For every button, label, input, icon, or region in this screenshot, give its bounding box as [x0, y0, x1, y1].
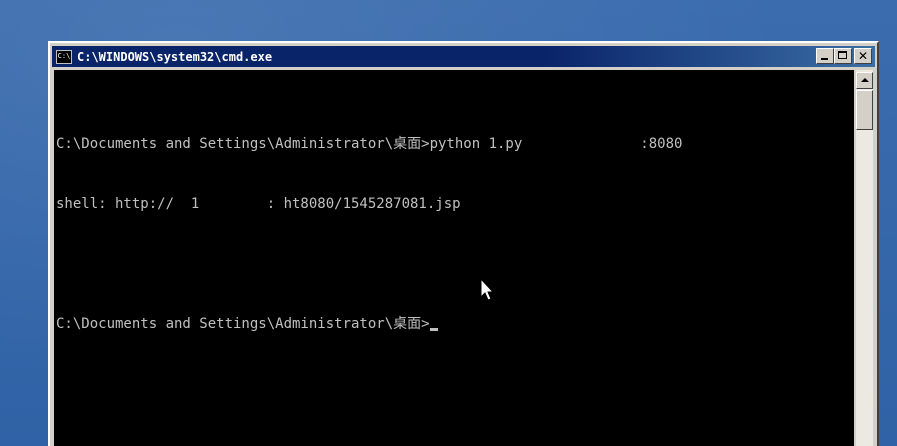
console-line: C:\Documents and Settings\Administrator\… [56, 136, 683, 152]
console-line: shell: http:// 1 : ht8080/1545287081.jsp [56, 196, 461, 212]
console-prompt: C:\Documents and Settings\Administrator\… [56, 316, 430, 332]
maximize-icon [838, 51, 847, 59]
mouse-pointer-icon [480, 278, 495, 301]
console-prompt-line[interactable]: C:\Documents and Settings\Administrator\… [56, 314, 854, 334]
close-button[interactable]: ✕ [854, 48, 872, 64]
close-icon: ✕ [857, 49, 869, 63]
scrollbar-thumb[interactable] [856, 90, 873, 130]
vertical-scrollbar[interactable] [856, 70, 873, 446]
title-bar[interactable]: C:\ C:\WINDOWS\system32\cmd.exe ✕ [52, 46, 875, 67]
maximize-button[interactable] [834, 48, 852, 64]
window-controls: ✕ [816, 48, 872, 64]
cmd-icon: C:\ [56, 49, 72, 64]
cmd-window: C:\ C:\WINDOWS\system32\cmd.exe ✕ C:\Doc… [48, 41, 879, 446]
minimize-button[interactable] [816, 48, 834, 64]
window-title: C:\WINDOWS\system32\cmd.exe [77, 49, 273, 64]
arrow-up-icon[interactable] [856, 72, 873, 89]
text-cursor [429, 328, 438, 331]
minimize-icon [821, 58, 828, 60]
console-output[interactable]: C:\Documents and Settings\Administrator\… [54, 70, 854, 446]
